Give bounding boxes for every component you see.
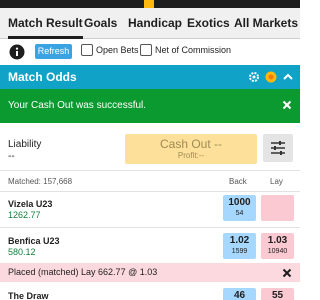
bet-placed-message: Placed (matched) Lay 662.77 @ 1.03 bbox=[8, 267, 158, 277]
runner-name: Benfica U23 bbox=[8, 236, 60, 246]
sliders-icon bbox=[271, 141, 285, 155]
open-bets-checkbox[interactable] bbox=[81, 44, 93, 56]
tab-exotics[interactable]: Exotics bbox=[187, 8, 230, 39]
lay-price: 55 bbox=[271, 290, 284, 300]
divider bbox=[0, 191, 300, 192]
toolbar: Refresh Open Bets Net of Commission bbox=[0, 39, 300, 65]
back-price: 46 bbox=[233, 290, 246, 300]
liability-label: Liability bbox=[8, 139, 42, 150]
tab-goals[interactable]: Goals bbox=[84, 8, 117, 39]
market-title: Match Odds bbox=[8, 70, 77, 84]
net-commission-checkbox[interactable] bbox=[140, 44, 152, 56]
close-icon[interactable] bbox=[282, 268, 292, 278]
cashout-success-banner: Your Cash Out was successful. bbox=[0, 89, 300, 123]
lay-odds-button[interactable]: 55 bbox=[261, 288, 294, 300]
back-column-header: Back bbox=[229, 177, 247, 186]
lay-odds-button[interactable]: 1.03 10940 bbox=[261, 233, 294, 259]
live-indicator-icon bbox=[265, 71, 277, 83]
runner-profit-loss: 1262.77 bbox=[8, 210, 41, 220]
back-odds-button[interactable]: 46 bbox=[223, 288, 256, 300]
back-price: 1.02 bbox=[229, 235, 250, 246]
refresh-button[interactable]: Refresh bbox=[35, 44, 72, 59]
market-header: Match Odds bbox=[0, 65, 300, 89]
cashout-button-label: Cash Out -- bbox=[159, 137, 222, 151]
lay-size: 10940 bbox=[267, 248, 288, 255]
cashout-button[interactable]: Cash Out -- Profit:-- bbox=[125, 134, 257, 164]
cashout-button-profit: Profit:-- bbox=[177, 151, 205, 160]
back-odds-button[interactable]: 1.02 1599 bbox=[223, 233, 256, 259]
back-odds-button[interactable]: 1000 54 bbox=[223, 195, 256, 221]
top-status-strip bbox=[0, 0, 300, 8]
runner-profit-loss: 580.12 bbox=[8, 247, 36, 257]
runner-name: Vizela U23 bbox=[8, 199, 53, 209]
brand-mark bbox=[144, 0, 154, 8]
info-icon[interactable] bbox=[9, 44, 25, 60]
cashout-success-message: Your Cash Out was successful. bbox=[8, 100, 147, 111]
liability-value: -- bbox=[8, 151, 15, 162]
tab-handicap[interactable]: Handicap bbox=[128, 8, 182, 39]
back-size: 54 bbox=[235, 210, 244, 217]
lay-odds-button[interactable] bbox=[261, 195, 294, 221]
open-bets-label: Open Bets bbox=[96, 45, 139, 55]
settings-gear-icon[interactable] bbox=[248, 71, 260, 83]
runner-name: The Draw bbox=[8, 291, 49, 300]
lay-column-header: Lay bbox=[270, 177, 283, 186]
divider bbox=[0, 170, 300, 171]
back-size: 1599 bbox=[231, 248, 248, 255]
close-icon[interactable] bbox=[282, 100, 292, 110]
market-tabs: Match Result Goals Handicap Exotics All … bbox=[0, 8, 300, 39]
bet-placed-banner: Placed (matched) Lay 662.77 @ 1.03 bbox=[0, 263, 300, 282]
back-price: 1000 bbox=[228, 197, 251, 208]
chevron-up-icon[interactable] bbox=[282, 71, 294, 83]
tab-match-result[interactable]: Match Result bbox=[8, 8, 83, 39]
cashout-settings-button[interactable] bbox=[263, 134, 293, 162]
net-commission-label: Net of Commission bbox=[155, 45, 232, 55]
divider bbox=[0, 227, 300, 228]
lay-price: 1.03 bbox=[267, 235, 288, 246]
tab-all-markets[interactable]: All Markets bbox=[234, 8, 298, 39]
matched-amount: Matched: 157,668 bbox=[8, 177, 73, 186]
